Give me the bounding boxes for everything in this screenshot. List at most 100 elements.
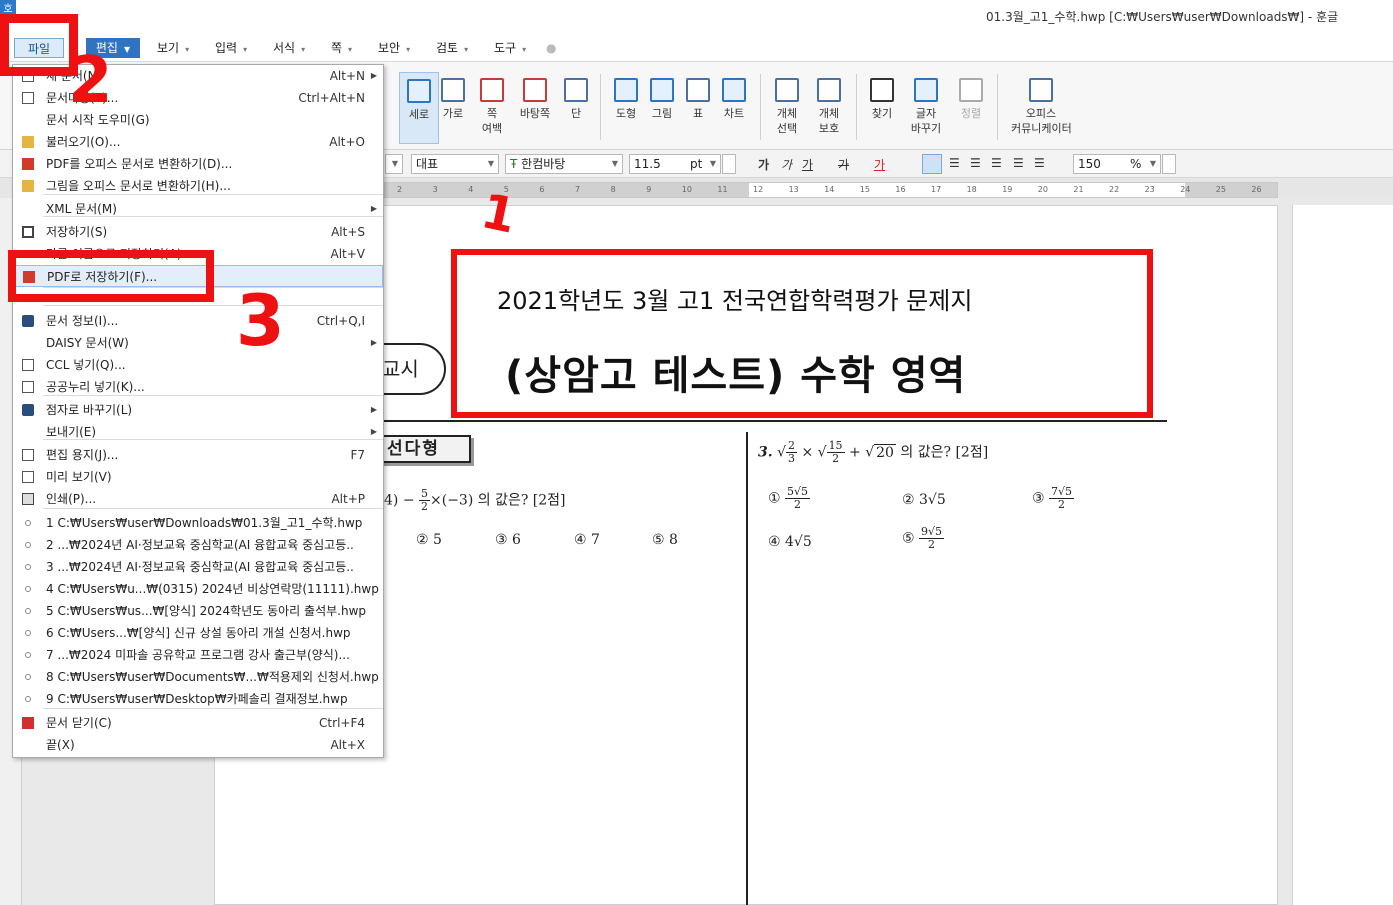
file-menu-item[interactable]: 불러오기(O)... Alt+O xyxy=(13,131,383,153)
find-label: 찾기 xyxy=(871,107,893,120)
page-margin-button[interactable]: 쪽 여백 xyxy=(472,72,512,144)
style-caret[interactable]: ▼ xyxy=(385,154,403,174)
menu-security[interactable]: 보안 ▾ xyxy=(378,38,410,58)
ruler-tick-label: 7 xyxy=(575,185,581,194)
landscape-page-icon xyxy=(441,78,465,102)
picture-button[interactable]: 그림 xyxy=(642,72,682,144)
chevron-right-icon: ▶ xyxy=(370,338,377,347)
file-menu-item[interactable]: 보내기(E) ▶ xyxy=(13,421,383,443)
print-icon xyxy=(22,493,34,505)
ruler-tick-label: 11 xyxy=(717,185,728,194)
font-size-input[interactable]: 11.5 pt ▼ xyxy=(629,154,721,174)
file-menu-item[interactable]: DAISY 문서(W) ▶ xyxy=(13,332,383,354)
sort-icon xyxy=(959,78,983,102)
line-spacing-stepper[interactable] xyxy=(1162,154,1176,174)
annotation-box-file-menu xyxy=(0,14,78,76)
shape-button[interactable]: 도형 xyxy=(606,72,646,144)
style-select[interactable]: 대표 ▼ xyxy=(411,154,499,174)
recent-file-item[interactable]: 7 ...₩2024 미파솔 공유학교 프로그램 강사 출근부(양식)... xyxy=(13,644,383,666)
help-icon[interactable]: ● xyxy=(546,38,556,58)
file-menu-item[interactable]: 저장하기(S) Alt+S xyxy=(13,221,383,243)
ruler-tick-label: 19 xyxy=(1002,185,1013,194)
question-2-text: 4) − 5 2 ×(−3) 의 값은? [2점] xyxy=(384,488,566,513)
menu-insert-label: 입력 xyxy=(215,41,238,55)
file-menu-item[interactable]: 문서 정보(I)... Ctrl+Q,I xyxy=(13,310,383,332)
menu-bar: 파일 편집 ▼ 보기 ▾ 입력 ▾ 서식 ▾ 쪽 ▾ 보안 ▾ 검토 ▾ 도구 ▾ ● xyxy=(0,32,1393,62)
object-protect-button[interactable]: 개체 보호 xyxy=(809,72,849,144)
bold-button[interactable]: 가 xyxy=(758,156,769,173)
office-communicator-label2: 커뮤니케이터 xyxy=(1011,122,1072,135)
replace-text-button[interactable]: 글자 바꾸기 xyxy=(906,72,946,144)
menu-format[interactable]: 서식 ▾ xyxy=(273,38,305,58)
font-color-button[interactable]: 가 xyxy=(874,156,885,173)
file-menu-item[interactable]: 편집 용지(J)... F7 xyxy=(13,444,383,466)
master-page-button[interactable]: 바탕쪽 xyxy=(515,72,555,144)
recent-file-item[interactable]: 5 C:₩Users₩us...₩[양식] 2024학년도 동아리 출석부.hw… xyxy=(13,600,383,622)
chevron-down-icon: ▾ xyxy=(406,45,411,54)
chevron-right-icon: ▶ xyxy=(370,427,377,436)
font-size-stepper[interactable] xyxy=(722,154,736,174)
file-menu-item[interactable]: 끝(X) Alt+X xyxy=(13,734,383,756)
open-license-icon xyxy=(22,381,34,393)
align-right-icon[interactable]: ☰ xyxy=(991,156,1002,170)
object-select-button[interactable]: 개체 선택 xyxy=(767,72,807,144)
align-justify-button[interactable] xyxy=(922,154,942,174)
file-menu-item[interactable]: 미리 보기(V) xyxy=(13,466,383,488)
strikethrough-button[interactable]: 가 xyxy=(838,156,849,173)
table-icon xyxy=(686,78,710,102)
align-distribute-icon[interactable]: ☰ xyxy=(1013,156,1024,170)
recent-file-item[interactable]: 8 C:₩Users₩user₩Documents₩...₩적용제외 신청서.h… xyxy=(13,666,383,688)
file-menu-item-label: CCL 넣기(Q)... xyxy=(46,358,126,372)
find-button[interactable]: 찾기 xyxy=(862,72,902,144)
file-menu-item[interactable]: 점자로 바꾸기(L) ▶ xyxy=(13,399,383,421)
file-menu-item[interactable]: PDF를 오피스 문서로 변환하기(D)... xyxy=(13,153,383,175)
file-menu-item[interactable]: XML 문서(M) ▶ xyxy=(13,198,383,220)
file-menu-item-label: 6 C:₩Users...₩[양식] 신규 상설 동아리 개설 신청서.hwp xyxy=(46,626,351,640)
menu-insert[interactable]: 입력 ▾ xyxy=(215,38,247,58)
line-spacing-input[interactable]: 150% ▼ xyxy=(1073,154,1161,174)
font-select[interactable]: Ŧ 한컴바탕 ▼ xyxy=(505,154,623,174)
office-communicator-button[interactable]: 오피스 커뮤니케이터 xyxy=(1011,72,1072,144)
recent-file-item[interactable]: 3 ...₩2024년 AI·정보교육 중심학교(AI 융합교육 중심고등.. xyxy=(13,556,383,578)
file-menu-item[interactable]: 인쇄(P)... Alt+P xyxy=(13,488,383,510)
recent-file-item[interactable]: 4 C:₩Users₩u...₩(0315) 2024년 비상연락망(11111… xyxy=(13,578,383,600)
recent-file-item[interactable]: 2 ...₩2024년 AI·정보교육 중심학교(AI 융합교육 중심고등.. xyxy=(13,534,383,556)
q2-suffix: ×(−3) 의 값은? [2점] xyxy=(430,492,566,509)
menu-tools[interactable]: 도구 ▾ xyxy=(494,38,526,58)
q3-option-4: ④ 4√5 xyxy=(768,534,812,550)
recent-file-item[interactable]: 9 C:₩Users₩user₩Desktop₩카페솔리 결재정보.hwp xyxy=(13,688,383,710)
recent-icon xyxy=(25,564,31,570)
file-menu-item[interactable]: CCL 넣기(Q)... xyxy=(13,354,383,376)
file-menu-item-label: 7 ...₩2024 미파솔 공유학교 프로그램 강사 출근부(양식)... xyxy=(46,648,350,662)
font-size-value: 11.5 xyxy=(634,157,661,171)
table-label: 표 xyxy=(692,107,704,120)
italic-button[interactable]: 가 xyxy=(781,156,792,173)
file-menu-item[interactable]: 그림을 오피스 문서로 변환하기(H)... xyxy=(13,175,383,197)
pdf-icon xyxy=(22,158,34,170)
align-center-icon[interactable]: ☰ xyxy=(970,156,981,170)
columns-button[interactable]: 단 xyxy=(556,72,596,144)
q3-option-3: ③ 7√5 2 xyxy=(1032,485,1075,511)
columns-icon xyxy=(564,78,588,102)
underline-button[interactable]: 가 xyxy=(802,156,813,173)
menu-view[interactable]: 보기 ▾ xyxy=(157,38,189,58)
recent-file-item[interactable]: 6 C:₩Users...₩[양식] 신규 상설 동아리 개설 신청서.hwp xyxy=(13,622,383,644)
shape-icon xyxy=(614,78,638,102)
file-menu-item-label: 문서 정보(I)... xyxy=(46,314,119,328)
align-left-icon[interactable]: ☰ xyxy=(949,156,960,170)
menu-review[interactable]: 검토 ▾ xyxy=(436,38,468,58)
landscape-button[interactable]: 가로 xyxy=(433,72,473,144)
file-menu-item[interactable]: 문서 닫기(C) Ctrl+F4 xyxy=(13,712,383,734)
ruler-tick-label: 21 xyxy=(1073,185,1084,194)
next-page[interactable] xyxy=(1292,205,1393,905)
sort-button[interactable]: 정렬 xyxy=(951,72,991,144)
replace-text-icon xyxy=(914,78,938,102)
menu-page[interactable]: 쪽 ▾ xyxy=(331,38,352,58)
table-button[interactable]: 표 xyxy=(678,72,718,144)
align-split-icon[interactable]: ☰ xyxy=(1034,156,1045,170)
file-menu-item-label: 문서 닫기(C) xyxy=(46,716,112,730)
portrait-page-icon xyxy=(407,79,431,103)
file-menu-item[interactable]: 공공누리 넣기(K)... xyxy=(13,376,383,398)
chart-button[interactable]: 차트 xyxy=(714,72,754,144)
recent-file-item[interactable]: 1 C:₩Users₩user₩Downloads₩01.3월_고1_수학.hw… xyxy=(13,512,383,534)
